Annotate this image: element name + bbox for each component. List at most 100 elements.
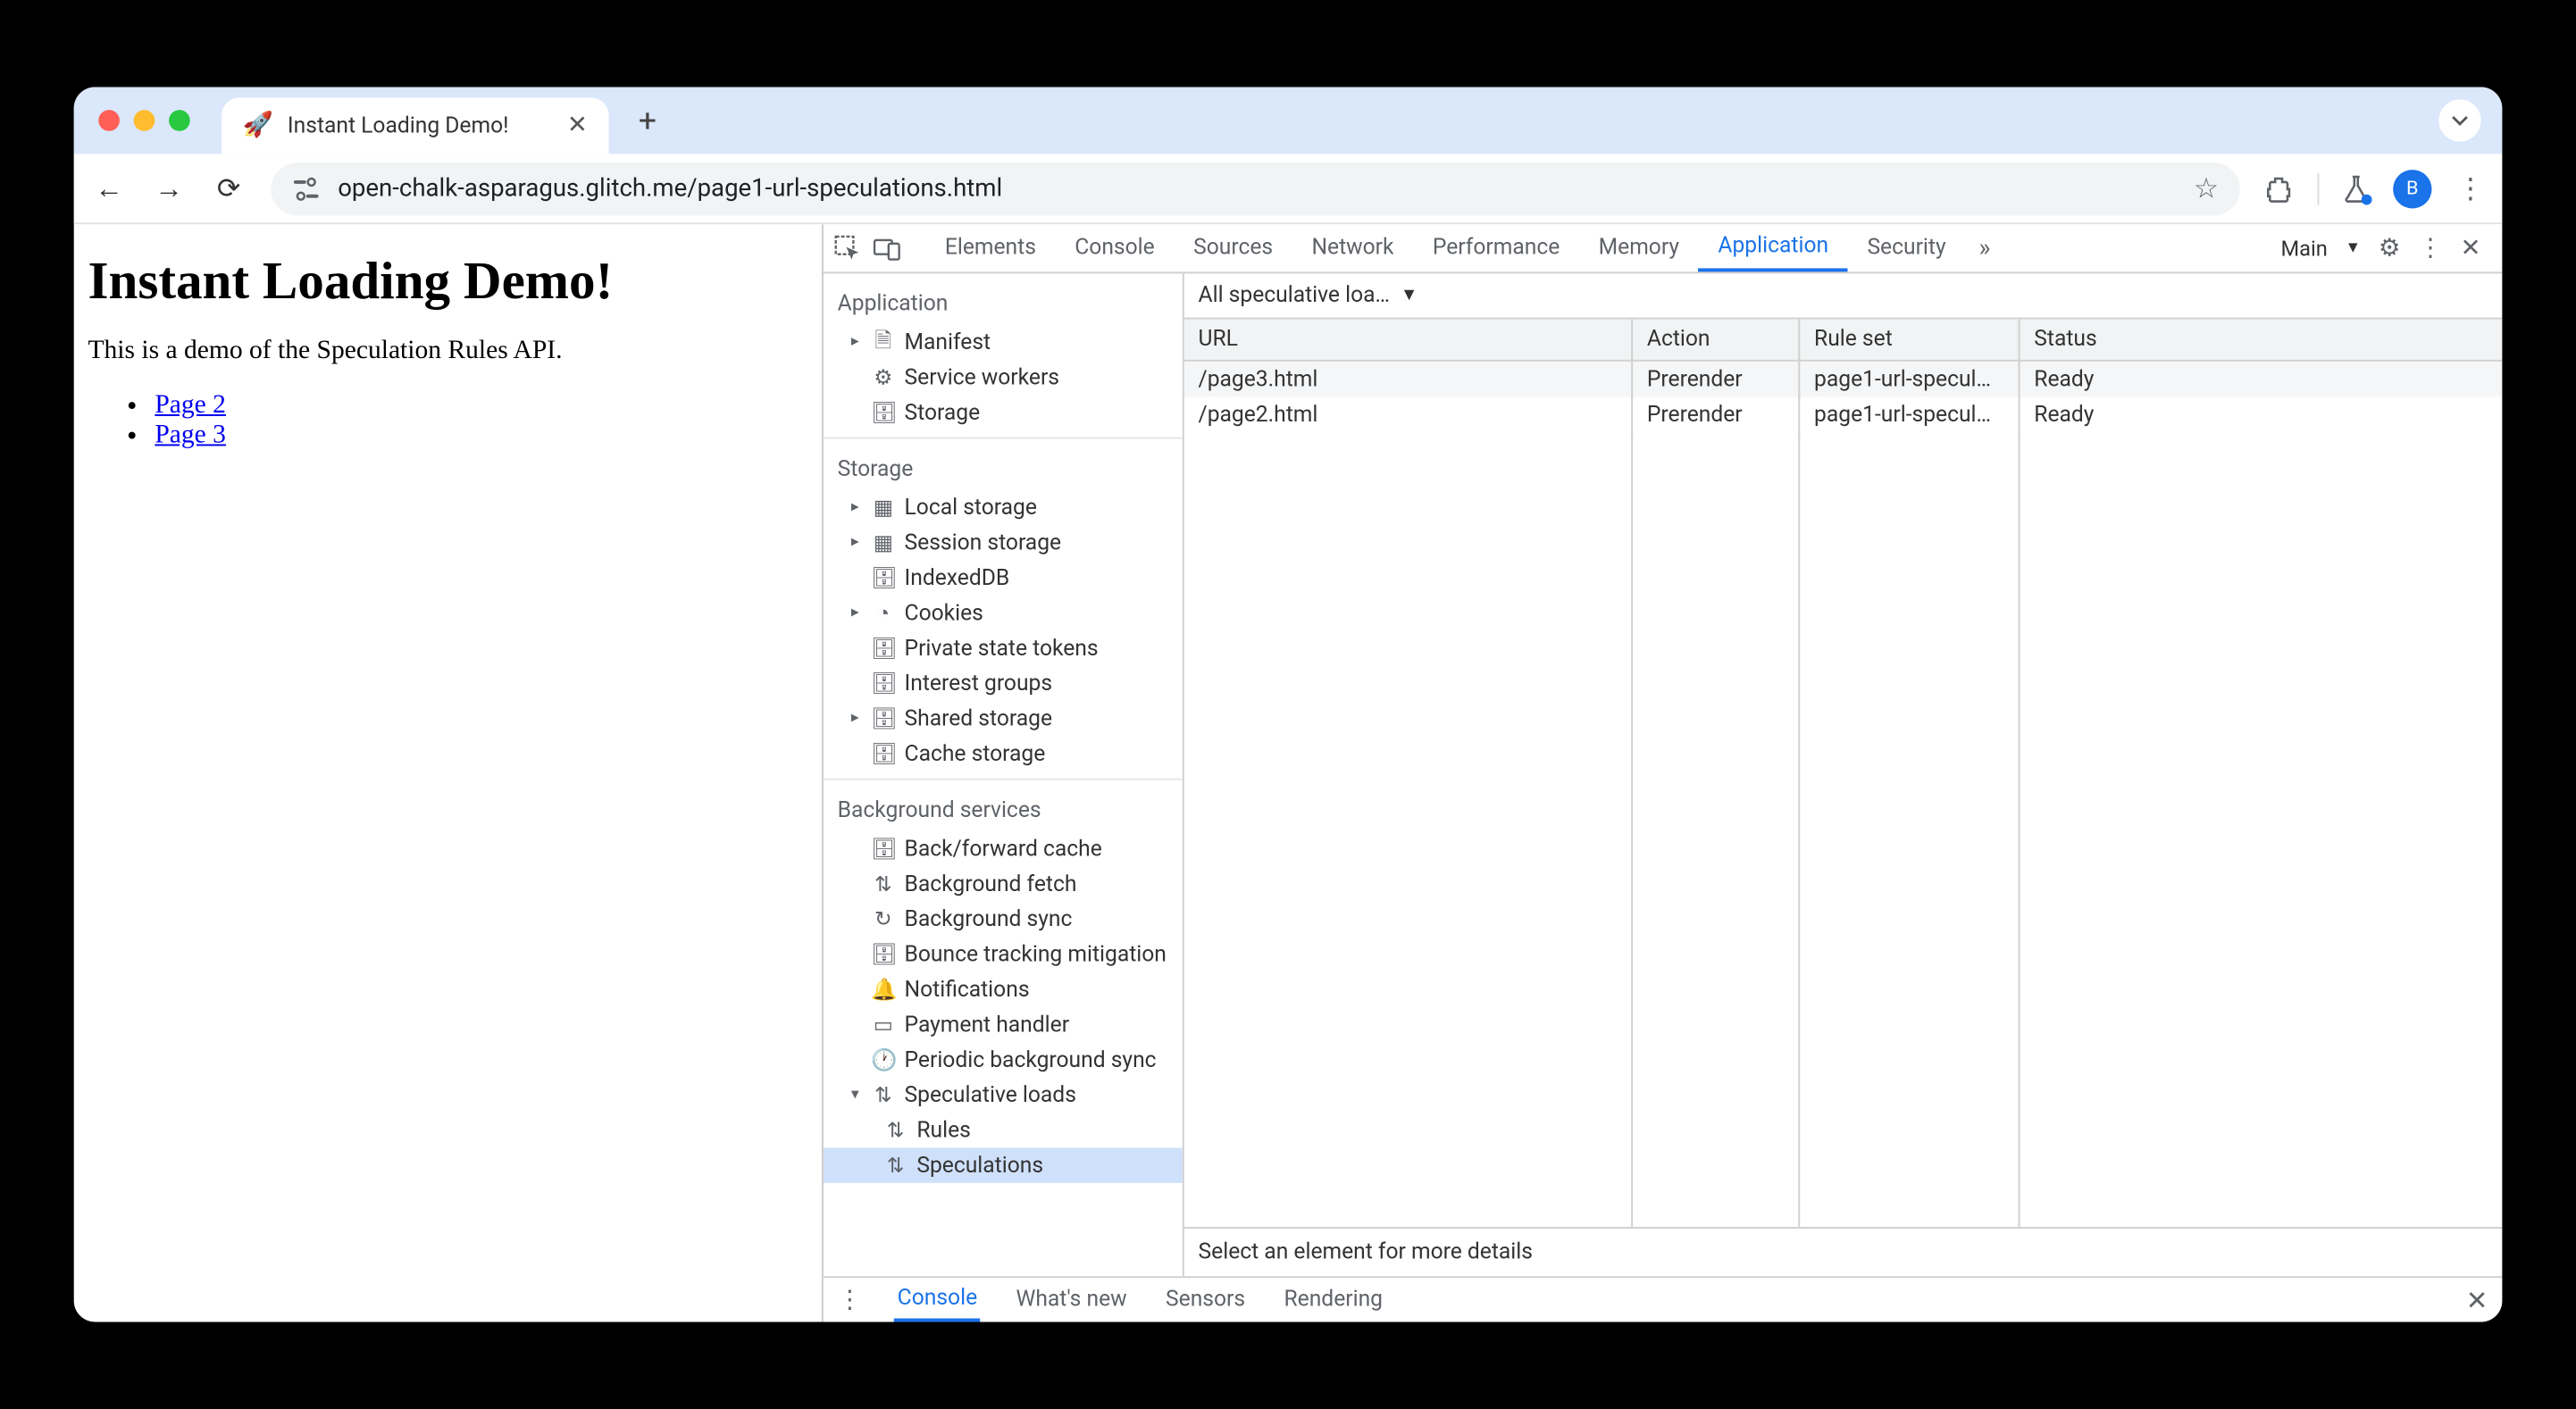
sidebar-item-speculations[interactable]: ⇅Speculations: [824, 1147, 1183, 1182]
speculations-table: URL Action Rule set Status /page3.html P…: [1184, 320, 2503, 432]
url-text: open-chalk-asparagus.glitch.me/page1-url…: [338, 174, 1002, 203]
sidebar-item-shared-storage[interactable]: ▸🗄Shared storage: [824, 701, 1183, 736]
sidebar-section-header: Storage: [824, 446, 1183, 489]
sidebar-item-notifications[interactable]: ▸🔔Notifications: [824, 971, 1183, 1006]
cookie-icon: ◔: [871, 601, 896, 626]
sidebar-item-bg-fetch[interactable]: ▸⇅Background fetch: [824, 866, 1183, 901]
db-icon: 🗄: [871, 671, 896, 696]
bookmark-star-icon[interactable]: ☆: [2194, 171, 2219, 204]
maximize-window-button[interactable]: [169, 110, 190, 131]
sidebar-item-speculative-loads[interactable]: ▾⇅Speculative loads: [824, 1078, 1183, 1113]
browser-tab[interactable]: 🚀 Instant Loading Demo! ✕: [222, 97, 608, 154]
sidebar-section-header: Background services: [824, 788, 1183, 831]
table-row[interactable]: /page3.html Prerender page1-url-specul… …: [1184, 362, 2503, 396]
tab-performance[interactable]: Performance: [1413, 224, 1579, 271]
target-dropdown-icon[interactable]: ▼: [2346, 238, 2362, 258]
sidebar-item-service-workers[interactable]: ▸⚙Service workers: [824, 360, 1183, 395]
target-label[interactable]: Main: [2281, 236, 2328, 261]
reload-button[interactable]: ⟳: [211, 171, 246, 204]
table-empty-area: [1184, 432, 2503, 1229]
sidebar-item-bounce-tracking[interactable]: ▸🗄Bounce tracking mitigation: [824, 937, 1183, 971]
close-tab-icon[interactable]: ✕: [567, 112, 588, 140]
db-icon: 🗄: [871, 706, 896, 731]
profile-avatar[interactable]: B: [2393, 169, 2431, 207]
page-link[interactable]: Page 3: [155, 421, 226, 450]
tab-application[interactable]: Application: [1699, 224, 1848, 271]
sidebar-item-manifest[interactable]: ▸🗎Manifest: [824, 324, 1183, 359]
devtools-main-panel: All speculative loa… ▼ URL Action Rule s…: [1184, 273, 2503, 1276]
chrome-menu-icon[interactable]: ⋮: [2456, 171, 2485, 204]
drawer-menu-icon[interactable]: ⋮: [838, 1286, 863, 1314]
column-header-ruleset[interactable]: Rule set: [1800, 320, 2020, 360]
browser-toolbar: ← → ⟳ open-chalk-asparagus.glitch.me/pag…: [74, 154, 2503, 224]
filter-bar[interactable]: All speculative loa… ▼: [1184, 273, 2503, 319]
content-area: Instant Loading Demo! This is a demo of …: [74, 224, 2503, 1321]
tab-memory[interactable]: Memory: [1579, 224, 1699, 271]
card-icon: ▭: [871, 1013, 896, 1038]
devtools-menu-icon[interactable]: ⋮: [2418, 234, 2443, 263]
page-heading: Instant Loading Demo!: [88, 253, 807, 313]
sidebar-item-bf-cache[interactable]: ▸🗄Back/forward cache: [824, 831, 1183, 866]
sidebar-item-cache-storage[interactable]: ▸🗄Cache storage: [824, 736, 1183, 771]
arrows-icon: ⇅: [871, 1083, 896, 1108]
close-window-button[interactable]: [98, 110, 120, 131]
gears-icon: ⚙: [871, 365, 896, 390]
tab-security[interactable]: Security: [1848, 224, 1966, 271]
back-button[interactable]: ←: [91, 171, 126, 205]
drawer-tab-sensors[interactable]: Sensors: [1162, 1278, 1249, 1321]
column-header-url[interactable]: URL: [1184, 320, 1633, 360]
sidebar-item-storage[interactable]: ▸🗄Storage: [824, 395, 1183, 429]
column-header-action[interactable]: Action: [1633, 320, 1800, 360]
close-devtools-icon[interactable]: ✕: [2461, 234, 2481, 263]
tab-elements[interactable]: Elements: [925, 224, 1055, 271]
filter-dropdown-icon[interactable]: ▼: [1401, 286, 1418, 305]
devtools-tab-bar: Elements Console Sources Network Perform…: [824, 224, 2502, 273]
drawer-tab-rendering[interactable]: Rendering: [1281, 1278, 1386, 1321]
table-row[interactable]: /page2.html Prerender page1-url-specul… …: [1184, 396, 2503, 431]
sidebar-item-local-storage[interactable]: ▸▦Local storage: [824, 490, 1183, 525]
drawer-tab-whatsnew[interactable]: What's new: [1013, 1278, 1131, 1321]
table-header-row: URL Action Rule set Status: [1184, 320, 2503, 362]
drawer-tab-console[interactable]: Console: [894, 1278, 981, 1321]
db-icon: 🗄: [871, 565, 896, 590]
clock-icon: 🕐: [871, 1047, 896, 1072]
column-header-status[interactable]: Status: [2020, 320, 2503, 360]
file-icon: 🗎: [871, 323, 896, 360]
tab-console[interactable]: Console: [1056, 224, 1175, 271]
sidebar-item-session-storage[interactable]: ▸▦Session storage: [824, 525, 1183, 560]
sidebar-item-bg-sync[interactable]: ▸↻Background sync: [824, 902, 1183, 937]
device-toolbar-icon[interactable]: [873, 236, 911, 261]
extensions-icon[interactable]: [2264, 174, 2293, 203]
db-icon: 🗄: [871, 942, 896, 967]
sync-icon: ↻: [871, 907, 896, 932]
sidebar-item-payment-handler[interactable]: ▸▭Payment handler: [824, 1007, 1183, 1042]
chevron-down-icon: [2451, 112, 2469, 129]
sidebar-item-interest-groups[interactable]: ▸🗄Interest groups: [824, 666, 1183, 701]
tab-overflow-button[interactable]: [2438, 99, 2480, 141]
address-bar[interactable]: open-chalk-asparagus.glitch.me/page1-url…: [271, 162, 2239, 214]
inspect-element-icon[interactable]: [834, 234, 873, 263]
settings-gear-icon[interactable]: ⚙: [2379, 234, 2401, 263]
new-tab-button[interactable]: +: [626, 102, 668, 138]
sidebar-item-rules[interactable]: ⇅Rules: [824, 1113, 1183, 1147]
sidebar-item-cookies[interactable]: ▸◔Cookies: [824, 596, 1183, 630]
devtools-body: Application ▸🗎Manifest ▸⚙Service workers…: [824, 273, 2502, 1276]
page-link[interactable]: Page 2: [155, 391, 226, 420]
site-settings-icon[interactable]: [292, 176, 321, 201]
tab-sources[interactable]: Sources: [1174, 224, 1292, 271]
browser-window: 🚀 Instant Loading Demo! ✕ + ← → ⟳ open-c…: [74, 88, 2503, 1322]
forward-button[interactable]: →: [151, 171, 186, 205]
arrows-icon: ⇅: [871, 871, 896, 896]
sidebar-item-indexeddb[interactable]: ▸🗄IndexedDB: [824, 560, 1183, 595]
tab-title: Instant Loading Demo!: [288, 113, 553, 139]
tab-favicon: 🚀: [243, 112, 273, 140]
tab-strip: 🚀 Instant Loading Demo! ✕ +: [74, 88, 2503, 154]
tab-network[interactable]: Network: [1292, 224, 1413, 271]
db-icon: 🗄: [871, 837, 896, 862]
close-drawer-icon[interactable]: ✕: [2466, 1284, 2488, 1315]
more-tabs-icon[interactable]: »: [1965, 234, 2003, 263]
sidebar-item-periodic-sync[interactable]: ▸🕐Periodic background sync: [824, 1042, 1183, 1077]
labs-icon[interactable]: [2344, 174, 2369, 203]
sidebar-item-private-state-tokens[interactable]: ▸🗄Private state tokens: [824, 630, 1183, 665]
minimize-window-button[interactable]: [134, 110, 155, 131]
